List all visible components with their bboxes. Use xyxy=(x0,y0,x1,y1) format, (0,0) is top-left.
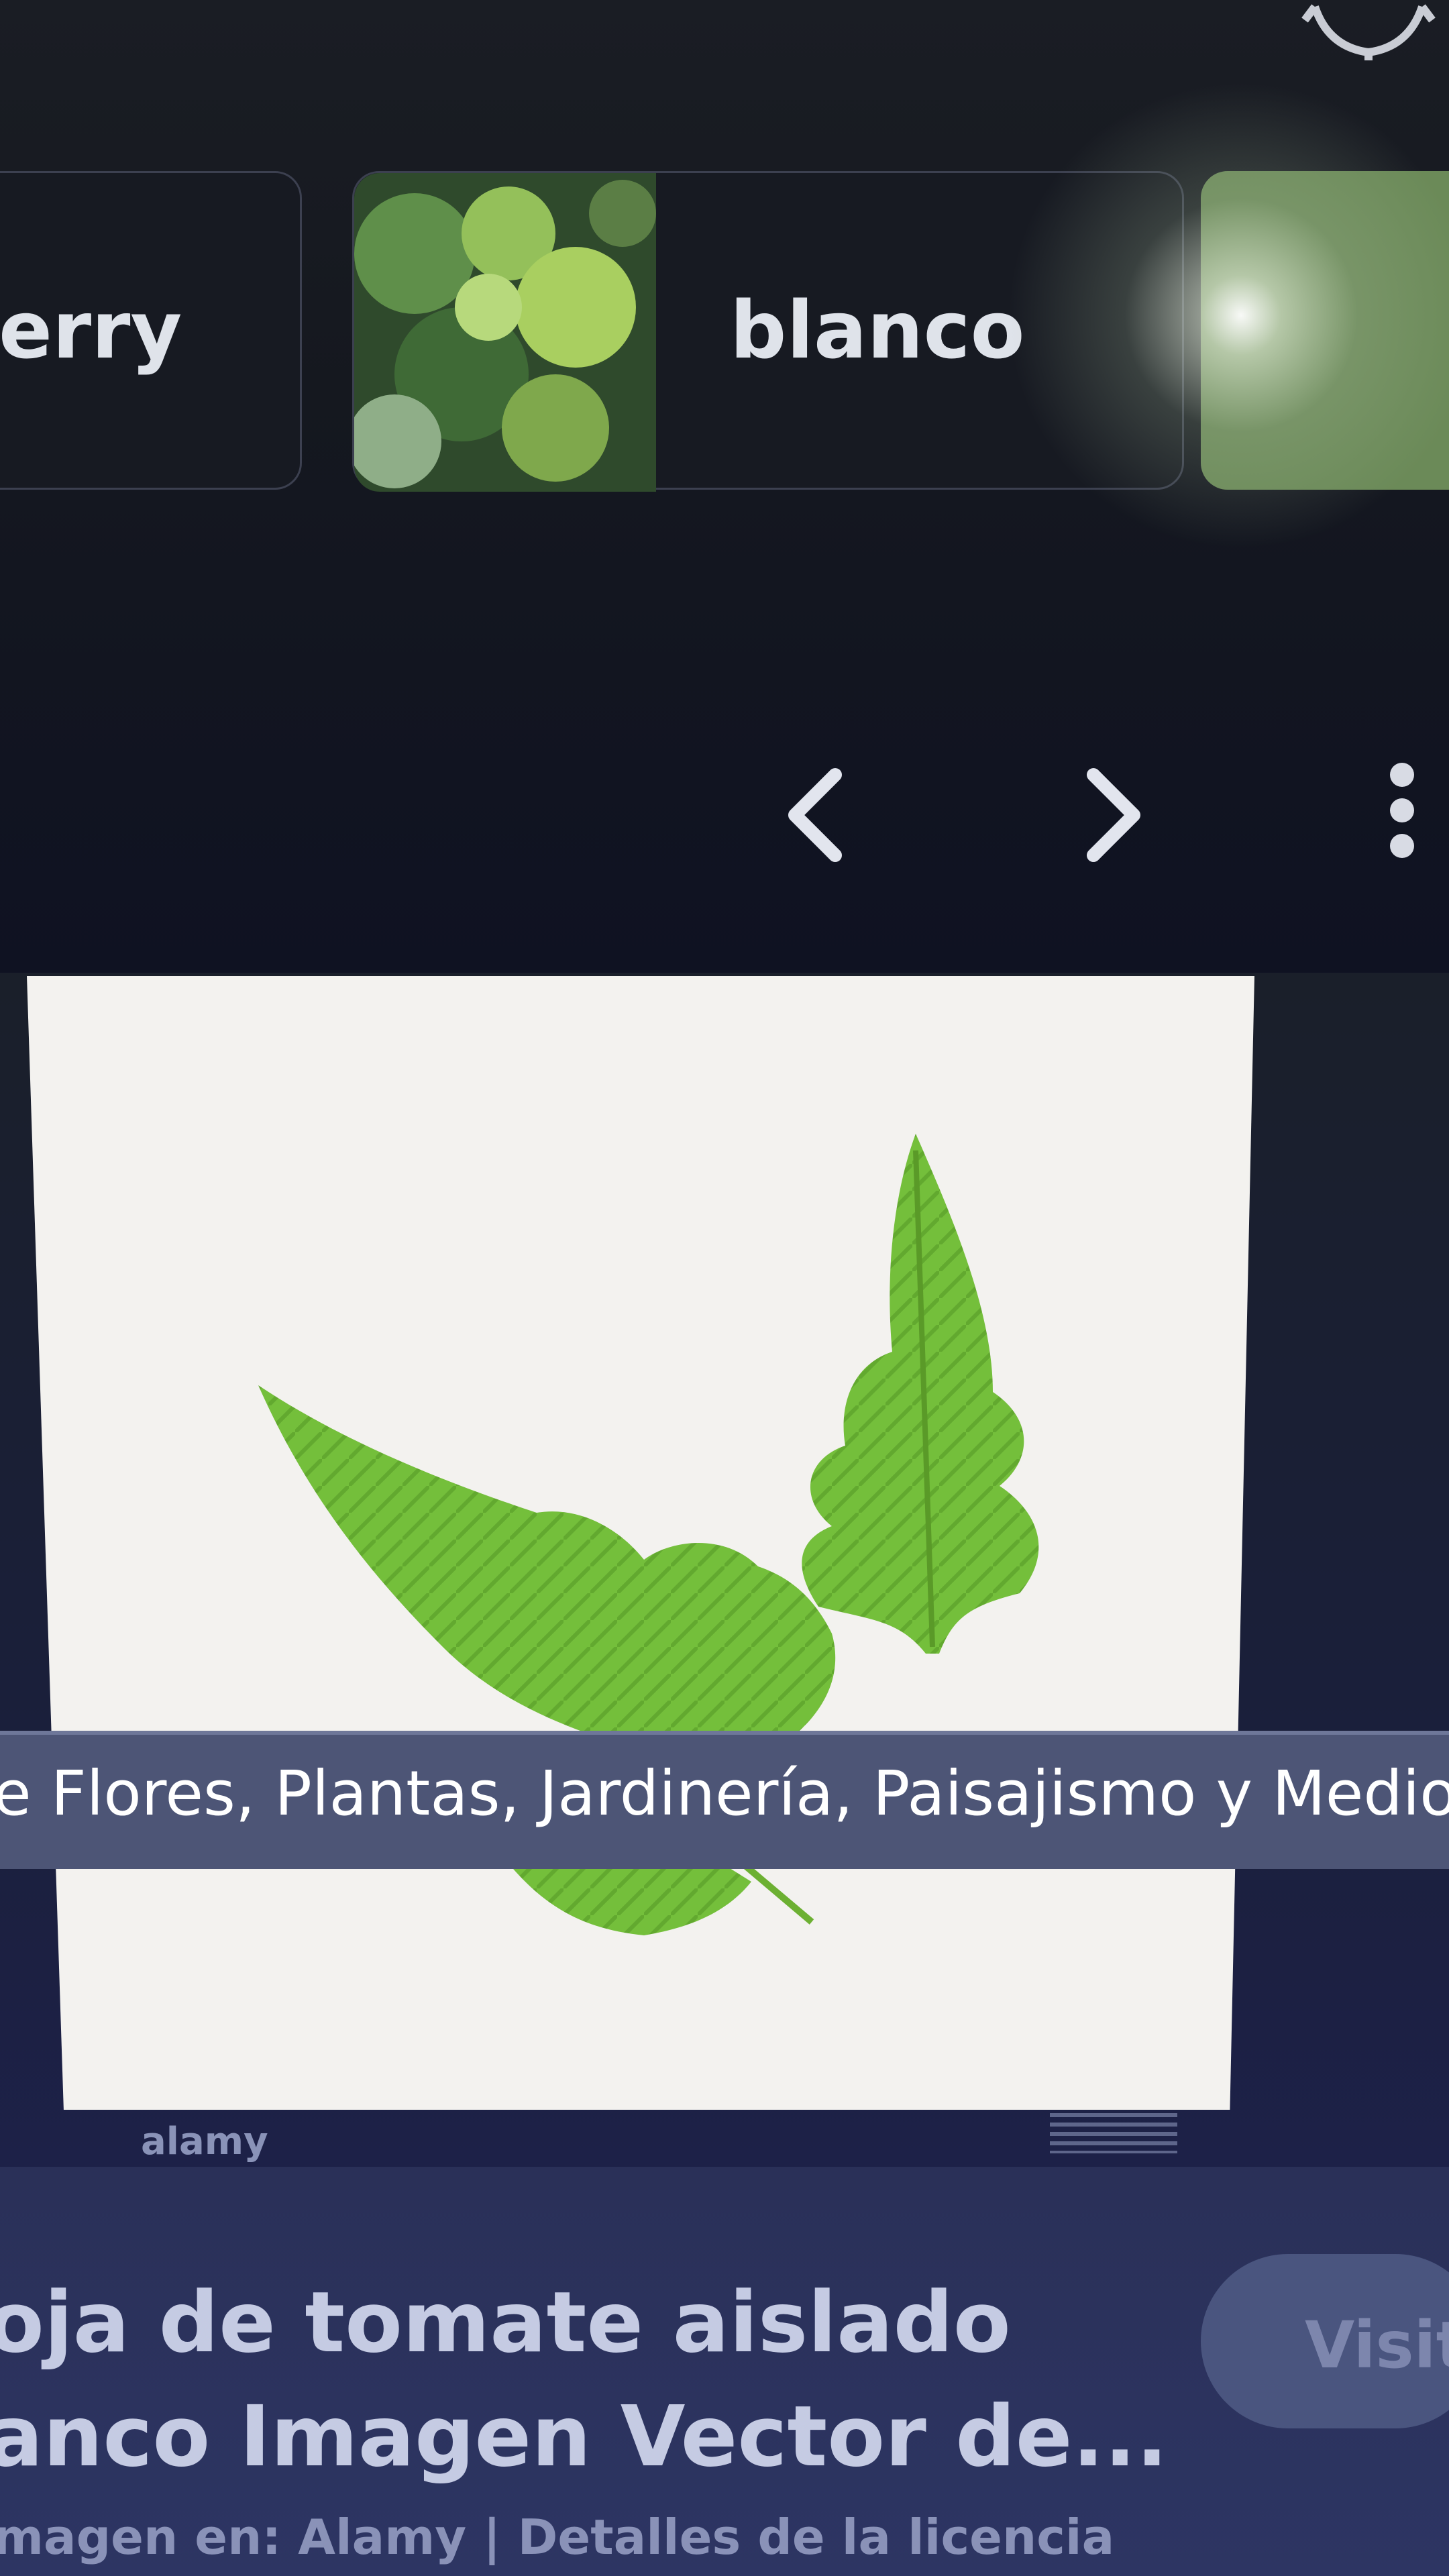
gear-icon[interactable] xyxy=(1301,0,1436,60)
preview-image[interactable] xyxy=(27,976,1254,2110)
chip-label: blanco xyxy=(730,284,1025,376)
watermark-alamy: alamy xyxy=(141,2120,268,2163)
visit-button[interactable]: Visit xyxy=(1201,2254,1449,2428)
result-title-line-2[interactable]: anco Imagen Vector de... xyxy=(0,2388,1168,2485)
more-vertical-icon[interactable] xyxy=(1375,751,1429,885)
chevron-right-icon[interactable] xyxy=(1063,761,1157,869)
chip-label: erry xyxy=(0,284,182,376)
result-title-line-1[interactable]: oja de tomate aislado xyxy=(0,2274,1011,2371)
chip-cherry[interactable]: erry xyxy=(0,171,302,490)
result-source[interactable]: magen en: Alamy | Detalles de la licenci… xyxy=(0,2509,1114,2565)
chip-thumbnail xyxy=(354,173,656,492)
image-caption: e Flores, Plantas, Jardinería, Paisajism… xyxy=(0,1758,1449,1829)
watermark-fineprint xyxy=(1050,2113,1177,2153)
chevron-left-icon[interactable] xyxy=(771,761,865,869)
